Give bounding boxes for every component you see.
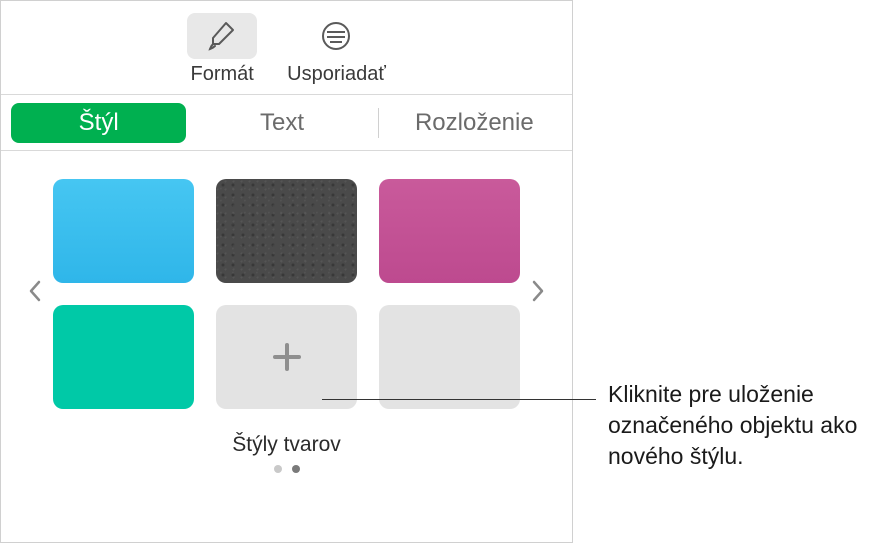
- chevron-left-icon: [28, 280, 42, 308]
- styles-pager: [21, 465, 552, 473]
- paintbrush-icon: [205, 19, 239, 53]
- shape-styles-caption: Štýly tvarov: [21, 433, 552, 457]
- shape-styles-section: Štýly tvarov: [1, 151, 572, 483]
- callout-text: Kliknite pre uloženie označeného objektu…: [608, 379, 868, 472]
- tab-style-label: Štýl: [79, 109, 119, 137]
- tab-layout[interactable]: Rozloženie: [387, 103, 562, 143]
- arrange-tab-label: Usporiadať: [287, 63, 386, 86]
- format-inspector-panel: Formát Usporiadať Štýl Text: [0, 0, 573, 543]
- style-swatch-blue[interactable]: [53, 179, 194, 283]
- callout-leader-line: [322, 399, 596, 400]
- carousel-next-button[interactable]: [524, 274, 552, 314]
- format-tab-label: Formát: [190, 63, 253, 86]
- chevron-right-icon: [531, 280, 545, 308]
- tab-style[interactable]: Štýl: [11, 103, 186, 143]
- arrange-icon: [319, 19, 353, 53]
- format-tab-button[interactable]: Formát: [187, 13, 257, 86]
- inspector-sub-tabs: Štýl Text Rozloženie: [1, 95, 572, 151]
- styles-carousel: [21, 179, 552, 409]
- tab-text-label: Text: [260, 109, 304, 137]
- pager-dot-2[interactable]: [292, 465, 300, 473]
- tab-text[interactable]: Text: [194, 103, 369, 143]
- inspector-toolbar: Formát Usporiadať: [1, 1, 572, 95]
- plus-icon: [267, 337, 307, 377]
- arrange-icon-wrap: [301, 13, 371, 59]
- tab-divider: [378, 108, 379, 138]
- style-swatch-dark-texture[interactable]: [216, 179, 357, 283]
- style-swatch-pink[interactable]: [379, 179, 520, 283]
- add-style-button[interactable]: [216, 305, 357, 409]
- arrange-tab-button[interactable]: Usporiadať: [287, 13, 386, 86]
- pager-dot-1[interactable]: [274, 465, 282, 473]
- style-swatch-grid: [53, 179, 520, 409]
- tab-layout-label: Rozloženie: [415, 109, 534, 137]
- style-swatch-empty[interactable]: [379, 305, 520, 409]
- style-swatch-teal[interactable]: [53, 305, 194, 409]
- carousel-prev-button[interactable]: [21, 274, 49, 314]
- format-icon-wrap: [187, 13, 257, 59]
